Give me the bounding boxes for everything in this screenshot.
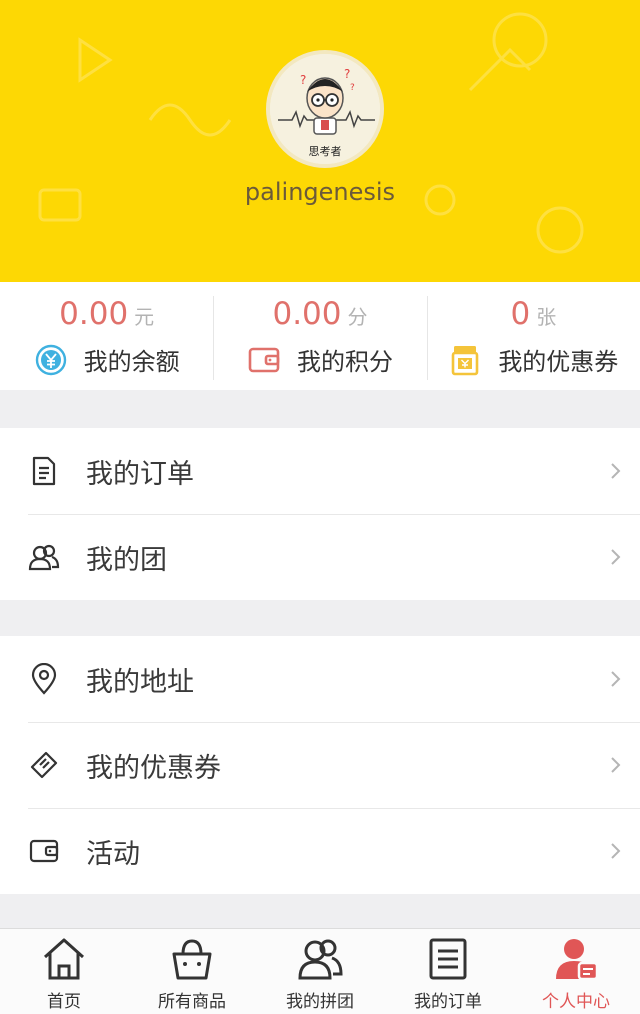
- chevron-right-icon: [606, 669, 626, 689]
- tab-my-orders[interactable]: 我的订单: [384, 929, 512, 1014]
- tab-my-groups[interactable]: 我的拼团: [256, 929, 384, 1014]
- menu-label-orders: 我的订单: [86, 458, 194, 490]
- tab-label-profile: 个人中心: [542, 992, 610, 1012]
- points-label: 我的积分: [296, 348, 393, 376]
- menu-label-groups: 我的团: [86, 544, 167, 576]
- tab-label-home: 首页: [47, 992, 81, 1012]
- menu-item-activity[interactable]: 活动: [0, 808, 640, 894]
- svg-text:?: ?: [350, 83, 355, 93]
- avatar-text: 思考者: [309, 145, 342, 158]
- balance-label: 我的余额: [83, 348, 180, 376]
- yen-circle-icon: [34, 343, 68, 377]
- coupons-label: 我的优惠券: [498, 348, 619, 376]
- points-unit: 分: [347, 305, 368, 329]
- location-pin-icon: [28, 662, 60, 695]
- chevron-right-icon: [606, 461, 626, 481]
- svg-text:?: ?: [300, 73, 306, 87]
- user-profile-icon: [552, 935, 600, 983]
- ticket-icon: [28, 749, 60, 781]
- wallet-icon: [247, 343, 281, 377]
- chevron-right-icon: [606, 755, 626, 775]
- coupon-jar-icon: [448, 343, 482, 377]
- group-users-icon: [28, 541, 60, 573]
- order-list-icon: [424, 935, 472, 983]
- points-value: 0.00: [272, 296, 342, 332]
- avatar[interactable]: ? ? ? 思考者: [266, 50, 384, 168]
- bottom-tab-bar: 首页 所有商品 我的拼团 我的订单 个人中心: [0, 928, 640, 1014]
- menu-item-address[interactable]: 我的地址: [0, 636, 640, 722]
- menu-label-coupons: 我的优惠券: [86, 752, 221, 784]
- stat-coupons[interactable]: 0张 我的优惠券: [426, 282, 640, 390]
- stat-balance[interactable]: 0.00 元 我的余额: [0, 282, 213, 390]
- chevron-right-icon: [606, 841, 626, 861]
- username: palingenesis: [244, 178, 396, 206]
- menu-label-activity: 活动: [86, 838, 140, 870]
- svg-text:?: ?: [344, 67, 350, 81]
- tab-home[interactable]: 首页: [0, 929, 128, 1014]
- account-stats: 0.00 元 我的余额 0.00 分 我的积分 0张 我的优惠券: [0, 282, 640, 390]
- tab-profile[interactable]: 个人中心: [512, 929, 640, 1014]
- group-users-icon: [296, 935, 344, 983]
- balance-unit: 元: [134, 305, 155, 329]
- menu-section-account: 我的地址 我的优惠券 活动: [0, 636, 640, 894]
- wallet-icon: [28, 835, 60, 867]
- menu-item-groups[interactable]: 我的团: [0, 514, 640, 600]
- stat-points[interactable]: 0.00 分 我的积分: [213, 282, 426, 390]
- menu-section-orders: 我的订单 我的团: [0, 428, 640, 600]
- tab-label-my-groups: 我的拼团: [286, 992, 354, 1012]
- coupons-unit: 张: [536, 305, 557, 329]
- profile-header: ? ? ? 思考者 palingenesis: [0, 0, 640, 282]
- tab-label-my-orders: 我的订单: [414, 992, 482, 1012]
- shopping-basket-icon: [168, 935, 216, 983]
- tab-products[interactable]: 所有商品: [128, 929, 256, 1014]
- balance-value: 0.00: [59, 296, 129, 332]
- avatar-illustration: ? ? ? 思考者: [270, 54, 380, 164]
- menu-label-address: 我的地址: [86, 666, 194, 698]
- menu-item-orders[interactable]: 我的订单: [0, 428, 640, 514]
- document-icon: [28, 455, 60, 487]
- coupons-count: 0: [510, 296, 531, 332]
- menu-item-coupons[interactable]: 我的优惠券: [0, 722, 640, 808]
- tab-label-products: 所有商品: [158, 992, 226, 1012]
- chevron-right-icon: [606, 547, 626, 567]
- home-icon: [40, 935, 88, 983]
